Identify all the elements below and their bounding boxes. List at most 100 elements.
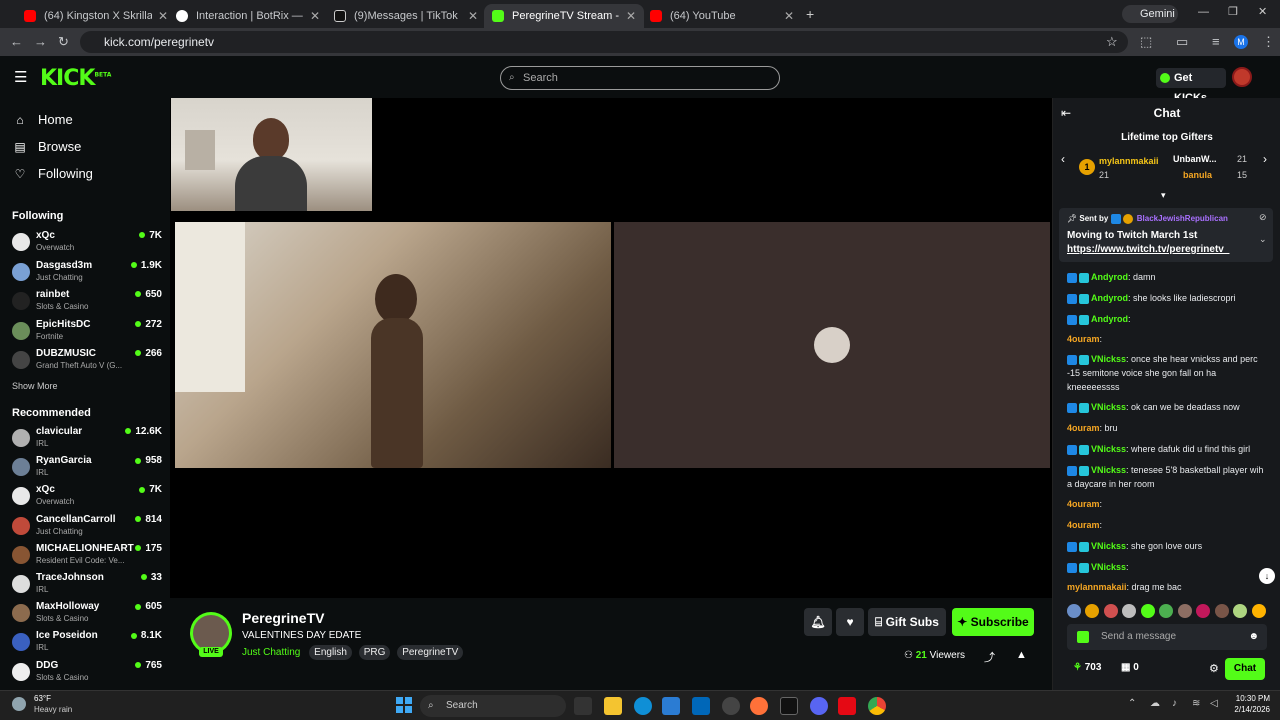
chrome-icon[interactable] <box>868 697 886 715</box>
tray-network-icon[interactable]: ☁ <box>1150 698 1160 709</box>
back-icon[interactable]: ← <box>10 34 23 49</box>
tag-chip[interactable]: PRG <box>358 645 391 660</box>
extensions-icon[interactable]: ⬚ <box>1140 34 1152 50</box>
edge-icon[interactable] <box>634 697 652 715</box>
tray-chevron-icon[interactable]: ⌃ <box>1128 698 1136 709</box>
menu-icon[interactable]: ⋮ <box>1262 34 1275 50</box>
gifters-prev-icon[interactable]: ‹ <box>1061 152 1065 166</box>
sidebar-channel-item[interactable]: DDG Slots & Casino 765 <box>12 660 162 686</box>
sidebar-channel-item[interactable]: clavicular IRL 12.6K <box>12 426 162 452</box>
emote-icon[interactable] <box>1233 603 1248 618</box>
gifter-name[interactable]: UnbanW... <box>1173 154 1217 164</box>
url-field[interactable]: kick.com/peregrinetv <box>80 31 1128 53</box>
browser-tab[interactable]: (9)Messages | TikTok ✕ <box>326 4 486 28</box>
kick-logo[interactable]: KICKBETA <box>40 66 111 91</box>
notifications-bell-icon[interactable]: 🔔︎ <box>804 608 832 636</box>
netflix-icon[interactable] <box>838 697 856 715</box>
sidebar-home[interactable]: ⌂ Home <box>12 112 72 127</box>
sidebar-browse[interactable]: ▤ Browse <box>12 139 81 154</box>
sidebar-channel-item[interactable]: MICHAELIONHEART Resident Evil Code: Ve...… <box>12 543 162 569</box>
emote-icon[interactable] <box>1177 603 1192 618</box>
gifters-next-icon[interactable]: › <box>1263 152 1267 166</box>
sidebar-channel-item[interactable]: EpicHitsDC Fortnite 272 <box>12 319 162 345</box>
tag-chip[interactable]: PeregrineTV <box>397 645 464 660</box>
emote-icon[interactable] <box>1251 603 1266 618</box>
tag-chip[interactable]: English <box>309 645 352 660</box>
browser-tab[interactable]: (64) Kingston X Skrilla - YouTube✕ <box>16 4 176 28</box>
clock-time[interactable]: 10:30 PM <box>1230 694 1270 703</box>
close-tab-icon[interactable]: ✕ <box>784 9 794 23</box>
sidebar-following[interactable]: ♡ Following <box>12 166 93 181</box>
close-tab-icon[interactable]: ✕ <box>468 9 478 23</box>
gift-subs-button[interactable]: ⌸ Gift Subs <box>868 608 946 636</box>
scroll-to-bottom-icon[interactable]: ↓ <box>1259 568 1275 584</box>
emote-icon[interactable] <box>1140 603 1155 618</box>
emote-icon[interactable] <box>1196 603 1211 618</box>
forward-icon[interactable]: → <box>34 34 47 49</box>
chat-username[interactable]: 4ouram <box>1067 423 1100 433</box>
show-more-link[interactable]: Show More <box>12 381 58 391</box>
unpin-icon[interactable]: ⊘ <box>1259 212 1267 223</box>
sidebar-channel-item[interactable]: Ice Poseidon IRL 8.1K <box>12 630 162 656</box>
chat-username[interactable]: Andyrod <box>1091 293 1128 303</box>
emoji-picker-icon[interactable]: ☻ <box>1248 624 1259 650</box>
maximize-icon[interactable]: ❐ <box>1228 5 1238 18</box>
gifter-name[interactable]: mylannmakaii <box>1099 156 1159 166</box>
epic-games-icon[interactable] <box>780 697 798 715</box>
discord-icon[interactable] <box>810 697 828 715</box>
chat-input[interactable]: Send a message ☻ <box>1067 624 1267 650</box>
chat-username[interactable]: VNickss <box>1091 562 1126 572</box>
hamburger-menu-icon[interactable]: ☰ <box>14 68 27 86</box>
gemini-button[interactable]: Gemini <box>1122 5 1178 23</box>
mic-icon[interactable]: ♪ <box>1172 698 1177 709</box>
reload-icon[interactable]: ↻ <box>58 34 69 50</box>
minimize-icon[interactable]: — <box>1198 6 1209 18</box>
close-tab-icon[interactable]: ✕ <box>626 9 636 23</box>
chat-username[interactable]: VNickss <box>1091 444 1126 454</box>
file-explorer-icon[interactable] <box>604 697 622 715</box>
browser-tab[interactable]: (64) YouTube ✕ <box>642 4 802 28</box>
chat-username[interactable]: mylannmakaii <box>1067 582 1127 592</box>
outlook-icon[interactable] <box>692 697 710 715</box>
chat-username[interactable]: VNickss <box>1091 354 1126 364</box>
sidepanel-icon[interactable]: ▭ <box>1176 34 1188 50</box>
category-link[interactable]: Just Chatting <box>242 647 300 658</box>
task-view-icon[interactable] <box>574 697 592 715</box>
chat-emote-icon[interactable] <box>1077 631 1089 643</box>
emote-icon[interactable] <box>1067 603 1081 618</box>
chat-username[interactable]: VNickss <box>1091 541 1126 551</box>
emote-icon[interactable] <box>1214 603 1229 618</box>
user-avatar[interactable] <box>1232 67 1252 87</box>
sidebar-channel-item[interactable]: TraceJohnson IRL 33 <box>12 572 162 598</box>
get-kicks-button[interactable]: Get KICKs <box>1156 68 1226 104</box>
media-icon[interactable]: ≡ <box>1212 34 1220 49</box>
channel-points[interactable]: ⚘ 703 <box>1073 662 1101 673</box>
sidebar-channel-item[interactable]: MaxHolloway Slots & Casino 605 <box>12 601 162 627</box>
chat-username[interactable]: 4ouram <box>1067 520 1100 530</box>
subscribe-button[interactable]: ✦ Subscribe <box>952 608 1034 636</box>
expand-pinned-icon[interactable]: ⌄ <box>1259 234 1267 245</box>
video-player[interactable] <box>170 98 1052 598</box>
sidebar-channel-item[interactable]: xQc Overwatch 7K <box>12 230 162 256</box>
chat-username[interactable]: 4ouram <box>1067 499 1100 509</box>
close-tab-icon[interactable]: ✕ <box>158 9 168 23</box>
share-icon[interactable]: ⤴ <box>984 649 995 665</box>
profile-avatar[interactable]: M <box>1234 35 1248 49</box>
report-icon[interactable]: ▲ <box>1016 649 1027 661</box>
weather-temp[interactable]: 63°F <box>34 694 51 703</box>
chat-send-button[interactable]: Chat <box>1225 658 1265 680</box>
chat-username[interactable]: VNickss <box>1091 465 1126 475</box>
photos-icon[interactable] <box>662 697 680 715</box>
firefox-icon[interactable] <box>750 697 768 715</box>
pinned-link[interactable]: https://www.twitch.tv/peregrinetv_ <box>1067 244 1229 255</box>
sidebar-channel-item[interactable]: rainbet Slots & Casino 650 <box>12 289 162 315</box>
new-tab-icon[interactable]: + <box>806 6 814 22</box>
sidebar-channel-item[interactable]: DUBZMUSIC Grand Theft Auto V (G... 266 <box>12 348 162 374</box>
sidebar-channel-item[interactable]: CancellanCarroll Just Chatting 814 <box>12 514 162 540</box>
search-input[interactable]: ⌕ Search <box>500 66 780 90</box>
emote-icon[interactable] <box>1159 603 1174 618</box>
gifter-name[interactable]: banula <box>1183 170 1212 180</box>
windows-start-icon[interactable] <box>396 697 412 713</box>
sidebar-channel-item[interactable]: Dasgasd3m Just Chatting 1.9K <box>12 260 162 286</box>
chat-settings-icon[interactable]: ⚙ <box>1209 662 1219 675</box>
